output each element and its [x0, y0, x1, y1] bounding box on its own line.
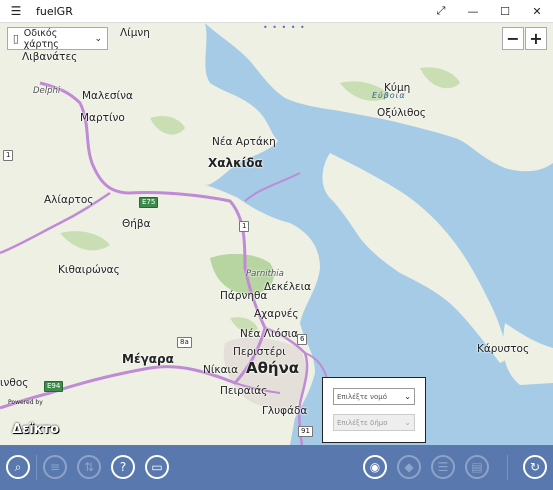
refresh-icon[interactable]: ↻ — [523, 455, 547, 479]
globe-icon[interactable]: ◉ — [363, 455, 387, 479]
map-label-livanates: Λιβανάτες — [22, 51, 78, 63]
maximize-icon[interactable]: ☐ — [489, 0, 521, 22]
map-label-nikaia: Νίκαια — [203, 364, 238, 376]
map-label-dekeleia: Δεκέλεια — [264, 281, 312, 293]
tag-icon[interactable]: ◆ — [397, 455, 421, 479]
search-icon[interactable]: ⌕ — [6, 455, 30, 479]
map-label-nea-artaki: Νέα Αρτάκη — [212, 136, 276, 148]
divider — [507, 455, 508, 480]
location-filter-popup: Επιλέξτε νομό ⌄ Επιλέξτε δήμο ⌄ — [322, 377, 426, 443]
road-shield: 1 — [239, 221, 250, 232]
road-shield: 91 — [298, 426, 313, 437]
chevron-down-icon: ⌄ — [404, 418, 411, 427]
map-label-thiva: Θήβα — [122, 218, 151, 230]
map-label-kymi: Κύμη — [384, 82, 411, 94]
road-shield: 6 — [297, 334, 308, 345]
sort-icon[interactable]: ⇅ — [77, 455, 101, 479]
map-label-delphi: Delphi — [33, 86, 61, 96]
map-canvas — [0, 23, 553, 445]
divider — [36, 455, 37, 480]
map-label-peristeri: Περιστέρι — [233, 346, 286, 358]
prefecture-select[interactable]: Επιλέξτε νομό ⌄ — [333, 388, 415, 405]
map-type-label: Οδικός χάρτης — [23, 27, 59, 50]
window-title: fuelGR — [36, 4, 73, 18]
help-icon[interactable]: ? — [111, 455, 135, 479]
map-label-karystos: Κάρυστος — [477, 343, 530, 355]
minimize-icon[interactable]: — — [457, 0, 489, 22]
map-label-athina: Αθήνα — [246, 359, 300, 377]
app-bar: ⌕ ≡ ⇅ ? ▭ ◉ ◆ ☰ ▤ ↻ — [0, 445, 553, 490]
map-label-chalkida: Χαλκίδα — [208, 156, 263, 170]
municipality-select[interactable]: Επιλέξτε δήμο ⌄ — [333, 414, 415, 431]
road-shield: E75 — [139, 197, 159, 208]
phone-icon: ▯ — [12, 32, 19, 45]
map-label-parnithia: Parnithia — [246, 269, 284, 279]
fullscreen-icon[interactable]: ⤢ — [425, 0, 457, 22]
zoom-out-button[interactable]: − — [502, 27, 524, 50]
map-label-malesina: Μαλεσίνα — [82, 90, 133, 102]
map-label-kithaironas: Κιθαιρώνας — [58, 264, 120, 276]
road-shield: 8a — [177, 337, 192, 348]
map-label-glyfada: Γλυφάδα — [262, 405, 308, 417]
map-label-limni: Λίμνη — [120, 27, 150, 39]
road-shield: E94 — [44, 381, 64, 392]
map-label-aliartos: Αλίαρτος — [44, 194, 94, 206]
map-label-nea-liosia: Νέα Λιόσια — [240, 328, 299, 340]
chevron-down-icon: ⌄ — [94, 33, 102, 44]
map-label-acharnes: Αχαρνές — [254, 308, 299, 320]
map-label-oxylithos: Οξύλιθος — [377, 107, 426, 119]
map-label-megara: Μέγαρα — [122, 352, 174, 366]
prefecture-select-label: Επιλέξτε νομό — [337, 392, 387, 401]
map-type-selector[interactable]: ▯ Οδικός χάρτης ⌄ — [7, 27, 108, 50]
loading-dots: • • • • • — [263, 23, 306, 32]
chat-icon[interactable]: ▭ — [145, 455, 169, 479]
road-shield: 1 — [3, 150, 14, 161]
map-view[interactable]: Λίμνη Λιβανάτες Delphi Μαλεσίνα Μαρτίνο … — [0, 23, 553, 445]
chevron-down-icon: ⌄ — [404, 392, 411, 401]
map-label-peiraias: Πειραιάς — [220, 385, 268, 397]
zoom-in-button[interactable]: + — [525, 27, 547, 50]
title-bar: ☰ fuelGR ⤢ — ☐ ✕ — [0, 0, 553, 23]
map-label-korinthos: ινθος — [0, 377, 29, 389]
news-icon[interactable]: ▤ — [465, 455, 489, 479]
hamburger-icon[interactable]: ☰ — [0, 0, 32, 22]
deixto-logo: Δεїкто — [12, 422, 60, 437]
details-list-icon[interactable]: ☰ — [431, 455, 455, 479]
map-label-martino: Μαρτίνο — [80, 112, 125, 124]
close-icon[interactable]: ✕ — [521, 0, 553, 22]
map-label-parnitha: Πάρνηθα — [220, 290, 268, 302]
powered-by-label: Powered by — [8, 399, 43, 406]
list-lines-icon[interactable]: ≡ — [43, 455, 67, 479]
municipality-select-label: Επιλέξτε δήμο — [337, 418, 388, 427]
